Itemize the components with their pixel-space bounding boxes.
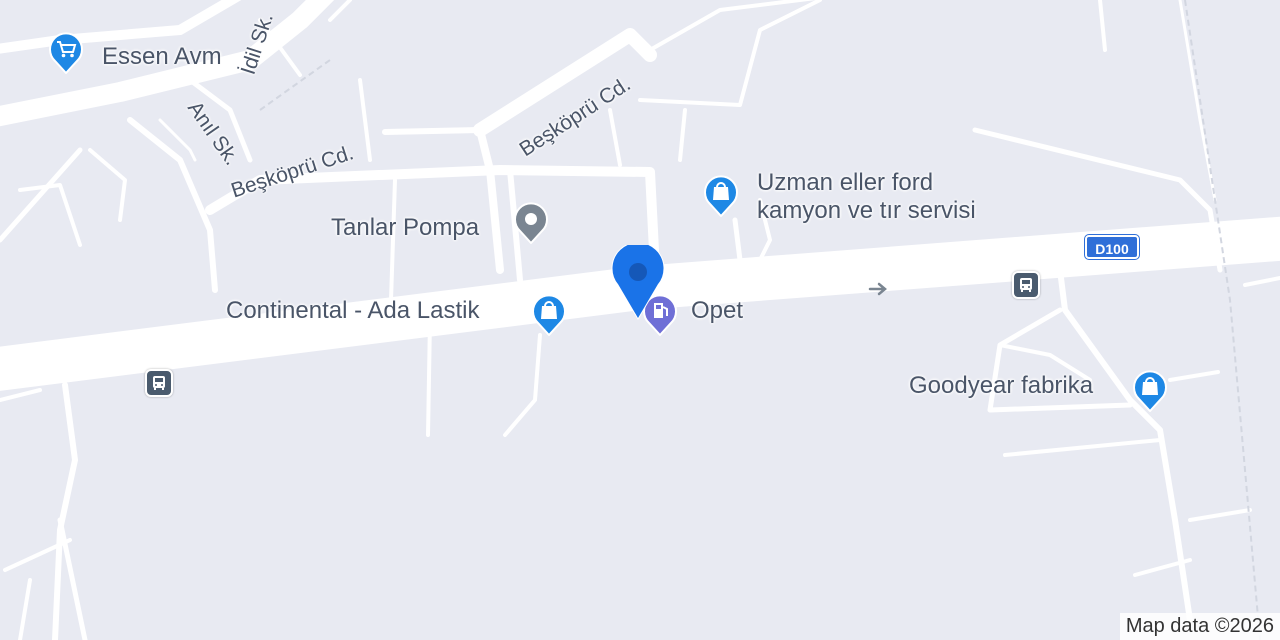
poi-label-continental-ada-lastik[interactable]: Continental - Ada Lastik <box>226 297 480 325</box>
poi-label-uzman-eller-ford-1[interactable]: Uzman eller ford <box>757 169 933 197</box>
poi-label-goodyear-fabrika[interactable]: Goodyear fabrika <box>909 372 1093 400</box>
shopping-cart-icon <box>49 32 83 74</box>
poi-label-tanlar-pompa[interactable]: Tanlar Pompa <box>331 214 479 242</box>
place-dot-icon <box>514 202 548 244</box>
highway-shield-d100: D100 <box>1084 234 1140 260</box>
map-attribution: Map data ©2026 <box>1119 613 1280 640</box>
shopping-bag-icon <box>704 175 738 217</box>
road-connector <box>476 126 504 274</box>
poi-label-uzman-eller-ford-2[interactable]: kamyon ve tır servisi <box>757 197 976 225</box>
poi-label-essen-avm[interactable]: Essen Avm <box>102 43 222 71</box>
map-canvas[interactable]: İdil Sk. Anıl Sk. Beşköprü Cd. Beşköprü … <box>0 0 1280 640</box>
bus-stop-icon[interactable] <box>1012 271 1040 299</box>
one-way-arrow-icon <box>868 282 887 296</box>
poi-label-opet[interactable]: Opet <box>691 297 743 325</box>
bus-stop-icon[interactable] <box>145 369 173 397</box>
shopping-bag-icon <box>1133 370 1167 412</box>
location-marker-icon[interactable] <box>610 245 666 321</box>
shopping-bag-icon <box>532 294 566 336</box>
